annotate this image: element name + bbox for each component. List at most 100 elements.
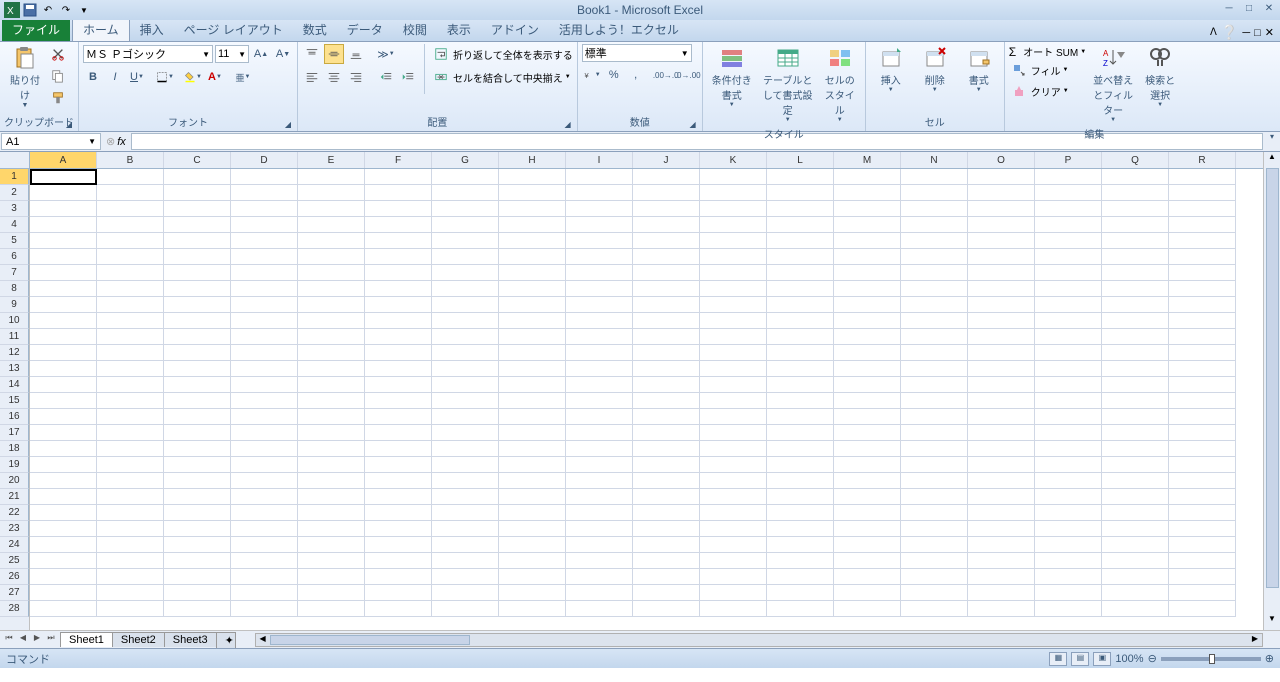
row-header[interactable]: 12 — [0, 345, 29, 361]
cell[interactable] — [97, 537, 164, 553]
copy-button[interactable] — [48, 66, 68, 86]
row-header[interactable]: 10 — [0, 313, 29, 329]
cell[interactable] — [432, 505, 499, 521]
cell[interactable] — [432, 169, 499, 185]
cell[interactable] — [499, 233, 566, 249]
cell[interactable] — [901, 473, 968, 489]
cut-button[interactable] — [48, 44, 68, 64]
cell[interactable] — [231, 169, 298, 185]
cell[interactable] — [298, 233, 365, 249]
undo-icon[interactable]: ↶ — [40, 2, 56, 18]
cell[interactable] — [499, 201, 566, 217]
cell[interactable] — [566, 457, 633, 473]
cell[interactable] — [834, 537, 901, 553]
cell[interactable] — [164, 473, 231, 489]
cell[interactable] — [566, 521, 633, 537]
cell[interactable] — [1102, 569, 1169, 585]
cell[interactable] — [834, 377, 901, 393]
cell[interactable] — [1169, 201, 1236, 217]
cell[interactable] — [901, 377, 968, 393]
cell[interactable] — [700, 169, 767, 185]
row-header[interactable]: 25 — [0, 553, 29, 569]
cell[interactable] — [700, 521, 767, 537]
cell[interactable] — [97, 425, 164, 441]
cell[interactable] — [231, 281, 298, 297]
cell-styles-button[interactable]: セルのスタイル▼ — [819, 44, 861, 125]
cell[interactable] — [499, 585, 566, 601]
cell[interactable] — [432, 425, 499, 441]
cell[interactable] — [365, 441, 432, 457]
cell[interactable] — [231, 585, 298, 601]
cell[interactable] — [633, 553, 700, 569]
cell[interactable] — [30, 313, 97, 329]
cell[interactable] — [1169, 313, 1236, 329]
row-header[interactable]: 13 — [0, 361, 29, 377]
cell[interactable] — [633, 377, 700, 393]
cell[interactable] — [164, 585, 231, 601]
cell[interactable] — [365, 473, 432, 489]
column-header[interactable]: A — [30, 152, 97, 168]
cell[interactable] — [432, 441, 499, 457]
cell[interactable] — [1169, 233, 1236, 249]
cell[interactable] — [700, 361, 767, 377]
cell[interactable] — [767, 281, 834, 297]
cell[interactable] — [365, 521, 432, 537]
cell[interactable] — [633, 249, 700, 265]
cell[interactable] — [834, 185, 901, 201]
cell[interactable] — [767, 489, 834, 505]
cell[interactable] — [1169, 297, 1236, 313]
cell[interactable] — [30, 265, 97, 281]
cell[interactable] — [1035, 553, 1102, 569]
cell[interactable] — [767, 473, 834, 489]
cell[interactable] — [1035, 473, 1102, 489]
expand-formula-icon[interactable]: ▾ — [1264, 132, 1280, 151]
cell[interactable] — [901, 313, 968, 329]
cell[interactable] — [633, 441, 700, 457]
cell[interactable] — [633, 201, 700, 217]
tab-insert[interactable]: 挿入 — [130, 18, 174, 41]
help-icon[interactable]: ❔ — [1221, 24, 1238, 41]
cell[interactable] — [365, 377, 432, 393]
cell[interactable] — [633, 233, 700, 249]
cell[interactable] — [700, 329, 767, 345]
cell[interactable] — [968, 233, 1035, 249]
cell[interactable] — [1102, 345, 1169, 361]
cell[interactable] — [633, 185, 700, 201]
cell[interactable] — [700, 377, 767, 393]
cell[interactable] — [432, 233, 499, 249]
cell[interactable] — [901, 361, 968, 377]
cell[interactable] — [231, 489, 298, 505]
doc-close-icon[interactable]: ✕ — [1265, 26, 1274, 39]
cell[interactable] — [1035, 537, 1102, 553]
cell[interactable] — [499, 521, 566, 537]
cell[interactable] — [164, 553, 231, 569]
cell[interactable] — [231, 521, 298, 537]
zoom-slider[interactable] — [1161, 657, 1261, 661]
launcher-icon[interactable]: ◢ — [690, 120, 696, 129]
fill-color-button[interactable]: ▼ — [183, 67, 203, 87]
cell[interactable] — [566, 425, 633, 441]
cell[interactable] — [499, 297, 566, 313]
cell[interactable] — [231, 329, 298, 345]
cell[interactable] — [298, 425, 365, 441]
zoom-out-button[interactable]: ⊖ — [1148, 652, 1157, 665]
column-header[interactable]: E — [298, 152, 365, 168]
cell[interactable] — [164, 265, 231, 281]
cell[interactable] — [365, 585, 432, 601]
cell[interactable] — [633, 521, 700, 537]
cell[interactable] — [1102, 233, 1169, 249]
cell[interactable] — [1102, 457, 1169, 473]
cell[interactable] — [633, 169, 700, 185]
cell[interactable] — [97, 377, 164, 393]
cell[interactable] — [432, 345, 499, 361]
cell[interactable] — [968, 329, 1035, 345]
cell[interactable] — [298, 409, 365, 425]
cell[interactable] — [566, 537, 633, 553]
cell[interactable] — [298, 489, 365, 505]
cell[interactable] — [499, 409, 566, 425]
cell[interactable] — [30, 425, 97, 441]
horizontal-scrollbar[interactable]: ◀ ▶ — [255, 633, 1263, 647]
cell[interactable] — [968, 441, 1035, 457]
cell[interactable] — [700, 585, 767, 601]
cell[interactable] — [566, 585, 633, 601]
